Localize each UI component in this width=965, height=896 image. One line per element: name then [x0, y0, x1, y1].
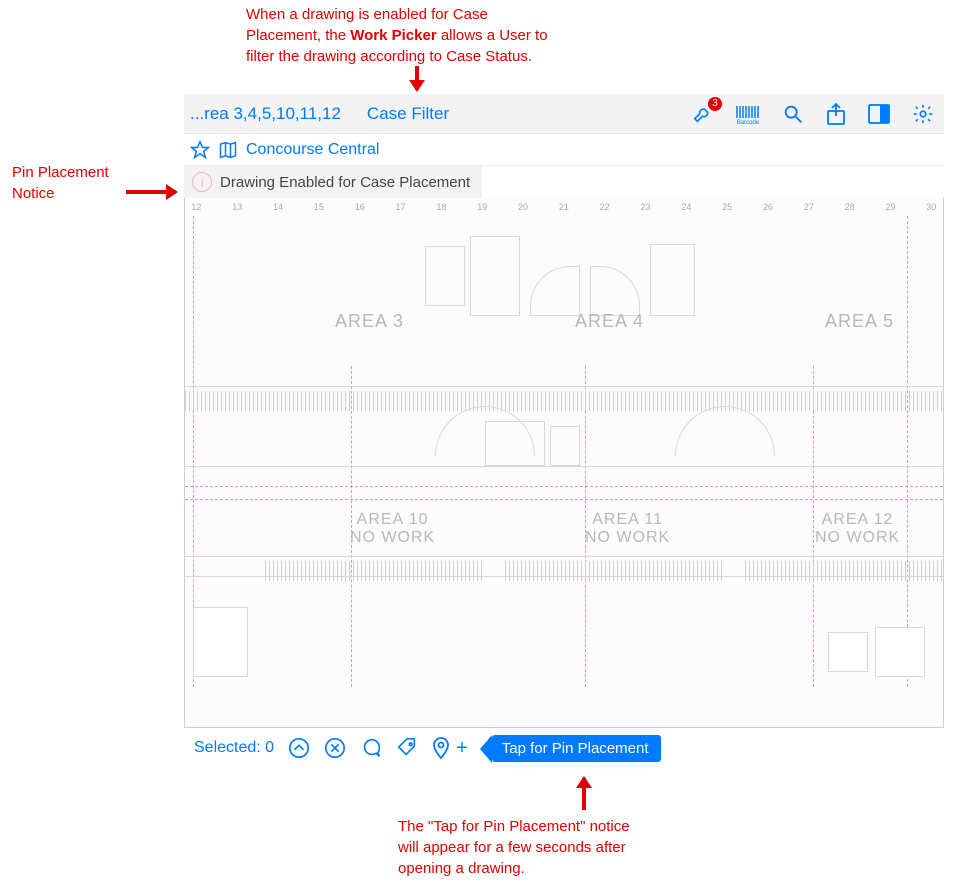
arrow-right-left-annot: [126, 190, 176, 194]
drawing-canvas[interactable]: 12 13 14 15 16 17 18 19 20 21 22 23 24 2…: [184, 198, 944, 728]
search-icon[interactable]: [782, 103, 804, 125]
ruler-tick: 22: [596, 202, 614, 212]
annotation-bottom: The "Tap for Pin Placement" notice will …: [398, 816, 758, 879]
ruler-tick: 26: [759, 202, 777, 212]
ruler-tick: 24: [677, 202, 695, 212]
barcode-label: Barcode: [736, 120, 760, 126]
toolbar-left: ...rea 3,4,5,10,11,12 Case Filter: [190, 104, 449, 124]
gear-icon[interactable]: [912, 103, 934, 125]
footer-bar: Selected: 0 + Tap for Pin Placement: [184, 728, 944, 768]
chevron-up-circle-icon[interactable]: [288, 737, 310, 759]
annotation-top: When a drawing is enabled for Case Place…: [246, 4, 686, 67]
tag-icon[interactable]: [396, 737, 418, 759]
plus-icon[interactable]: +: [456, 738, 468, 758]
area-label-4: AREA 4: [575, 311, 644, 332]
plan-area: AREA 3 AREA 4 AREA 5 AREA 10 NO WORK ARE…: [185, 216, 943, 727]
notice-row: i Drawing Enabled for Case Placement: [184, 166, 944, 198]
pin-placement-notice: i Drawing Enabled for Case Placement: [184, 166, 482, 198]
pin-icon[interactable]: [432, 736, 450, 760]
selected-count[interactable]: Selected: 0: [194, 739, 274, 757]
area-label-10: AREA 10: [350, 511, 435, 529]
star-icon[interactable]: [190, 140, 210, 160]
annot-bot-line1: The "Tap for Pin Placement" notice: [398, 818, 630, 835]
area-label-10-sub: NO WORK: [350, 529, 435, 547]
notice-text: Drawing Enabled for Case Placement: [220, 174, 470, 191]
area-label-5: AREA 5: [825, 311, 894, 332]
pin-placement-callout: Tap for Pin Placement: [492, 735, 661, 762]
arrow-down-top: [415, 66, 419, 90]
annot-bot-line2: will appear for a few seconds after: [398, 839, 626, 856]
subheader: Concourse Central: [184, 134, 944, 166]
annot-bot-line3: opening a drawing.: [398, 860, 525, 877]
ruler-tick: 21: [555, 202, 573, 212]
annotation-left: Pin Placement Notice: [12, 162, 132, 204]
ruler-tick: 28: [841, 202, 859, 212]
ruler-tick: 15: [310, 202, 328, 212]
annot-left-line2: Notice: [12, 185, 55, 202]
ruler-tick: 19: [473, 202, 491, 212]
drawing-title[interactable]: Concourse Central: [246, 141, 379, 159]
comment-icon[interactable]: [360, 737, 382, 759]
app-frame: ...rea 3,4,5,10,11,12 Case Filter 3 Barc…: [184, 94, 944, 770]
ruler-tick: 16: [351, 202, 369, 212]
map-icon[interactable]: [218, 140, 238, 160]
annot-top-line2-pre: Placement, the: [246, 27, 350, 44]
ruler-tick: 27: [800, 202, 818, 212]
ruler-tick: 14: [269, 202, 287, 212]
area-label-11-sub: NO WORK: [585, 529, 670, 547]
barcode-icon[interactable]: Barcode: [736, 106, 760, 122]
area-label-12: AREA 12: [815, 511, 900, 529]
ruler-tick: 13: [228, 202, 246, 212]
ruler-tick: 29: [881, 202, 899, 212]
wrench-badge: 3: [708, 97, 722, 111]
area-label-3: AREA 3: [335, 311, 404, 332]
clear-circle-icon[interactable]: [324, 737, 346, 759]
wrench-icon[interactable]: 3: [692, 103, 714, 125]
toolbar: ...rea 3,4,5,10,11,12 Case Filter 3 Barc…: [184, 94, 944, 134]
area-label-12-sub: NO WORK: [815, 529, 900, 547]
ruler-tick: 18: [432, 202, 450, 212]
share-icon[interactable]: [826, 102, 846, 126]
annot-left-line1: Pin Placement: [12, 164, 109, 181]
ruler-tick: 23: [637, 202, 655, 212]
case-filter-button[interactable]: Case Filter: [367, 104, 449, 124]
ruler-tick: 25: [718, 202, 736, 212]
annot-top-line3: filter the drawing according to Case Sta…: [246, 48, 532, 65]
toolbar-icons: 3 Barcode: [692, 102, 934, 126]
ruler-tick: 12: [187, 202, 205, 212]
info-icon: i: [192, 172, 212, 192]
annot-top-line2-bold: Work Picker: [350, 27, 436, 44]
annot-top-line2-post: allows a User to: [437, 27, 548, 44]
annot-top-line1: When a drawing is enabled for Case: [246, 6, 488, 23]
ruler: 12 13 14 15 16 17 18 19 20 21 22 23 24 2…: [185, 198, 943, 214]
arrow-up-bottom: [582, 778, 586, 810]
panel-toggle-icon[interactable]: [868, 104, 890, 124]
ruler-tick: 30: [922, 202, 940, 212]
back-button[interactable]: ...rea 3,4,5,10,11,12: [190, 104, 341, 124]
area-label-11: AREA 11: [585, 511, 670, 529]
ruler-tick: 17: [392, 202, 410, 212]
ruler-tick: 20: [514, 202, 532, 212]
